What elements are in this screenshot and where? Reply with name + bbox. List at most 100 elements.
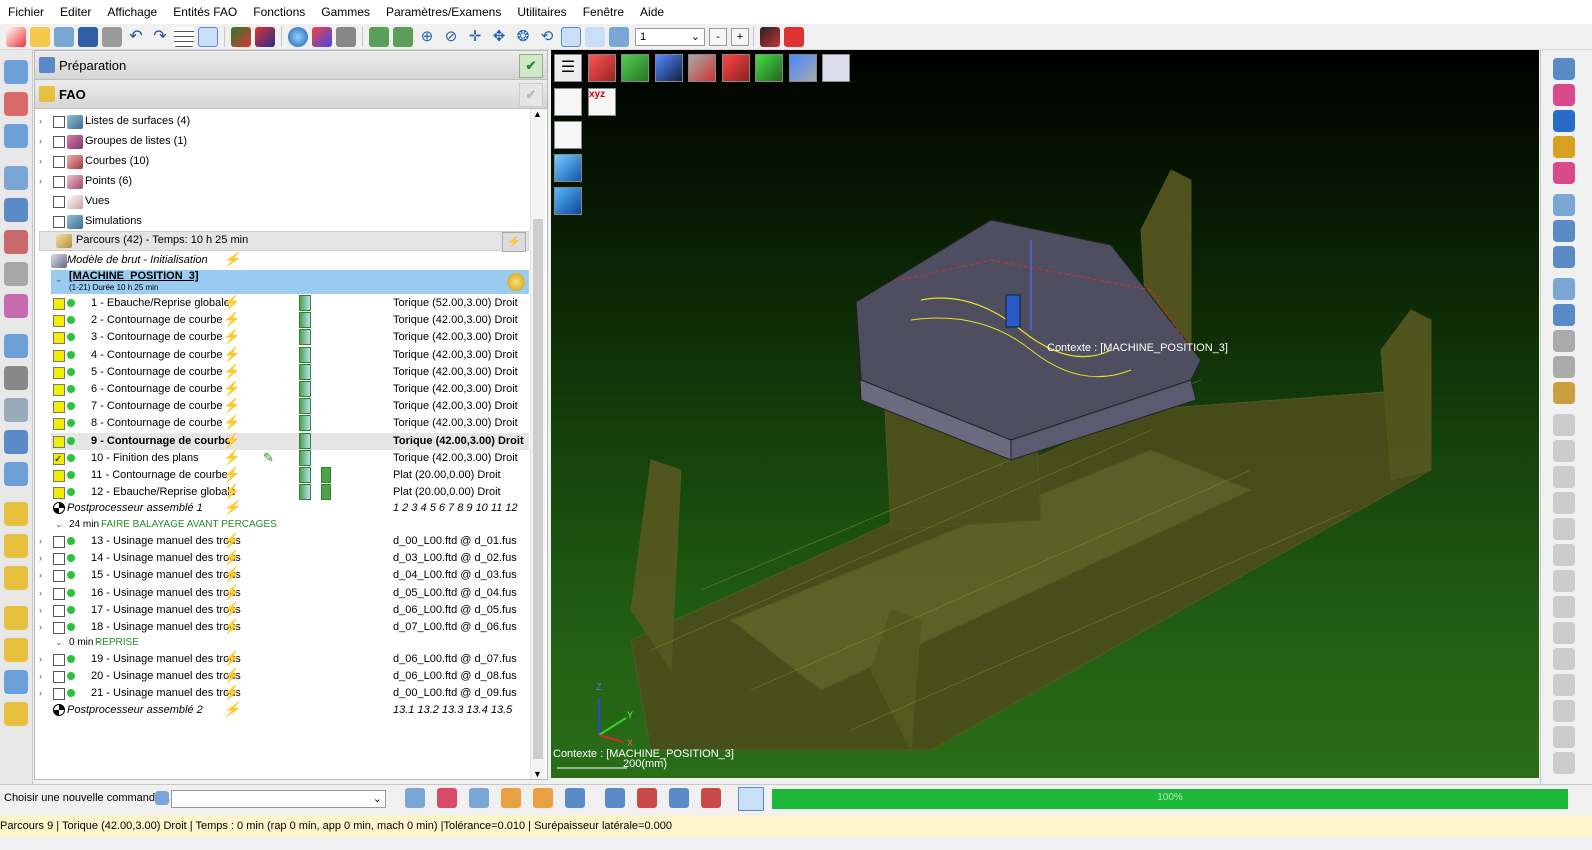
drill-list-icon[interactable]: [4, 566, 28, 590]
operation-row[interactable]: 4 - Contournage de courbe ⚡ Torique (42.00…: [51, 346, 529, 364]
cmd-tool-icon[interactable]: [565, 788, 585, 808]
visibility-checkbox[interactable]: [53, 384, 65, 396]
compute-bolt-icon[interactable]: ⚡: [223, 618, 240, 635]
operation-row[interactable]: › 20 - Usinage manuel des trous ⚡ d_06_L00.…: [39, 667, 529, 685]
3d-viewport[interactable]: ☰ xyz Z X Y Contexte: [MACHINE_POSITION…: [551, 50, 1539, 778]
compute-bolt-icon[interactable]: ⚡: [223, 667, 240, 684]
visibility-checkbox[interactable]: [53, 654, 65, 666]
right-tool-icon[interactable]: [1553, 194, 1575, 216]
fao-header[interactable]: FAO ✔: [35, 80, 547, 109]
compute-bolt-icon[interactable]: ⚡: [223, 397, 240, 414]
right-tool-icon[interactable]: [1553, 110, 1575, 132]
menu-fonctions[interactable]: Fonctions: [245, 0, 313, 24]
operation-row[interactable]: 12 - Ebauche/Reprise globale ⚡ Plat (20.00…: [51, 483, 529, 501]
open-folder-icon[interactable]: [30, 26, 50, 47]
right-tool-icon[interactable]: [1553, 414, 1575, 436]
probe-icon[interactable]: [4, 430, 28, 454]
cmd-tool-icon[interactable]: [501, 788, 521, 808]
operation-row[interactable]: ✓ 10 - Finition des plans ⚡ ✎ Torique (42.00…: [51, 449, 529, 467]
view-decrement-button[interactable]: -: [709, 27, 727, 46]
collapse-arrow-icon[interactable]: ⌄: [55, 516, 65, 533]
expand-arrow-icon[interactable]: ›: [39, 602, 49, 619]
panel-toggle-icon[interactable]: [198, 26, 218, 47]
print-icon[interactable]: [102, 26, 122, 47]
compute-bolt-icon[interactable]: ⚡: [223, 294, 240, 311]
rotate-icon[interactable]: ✥: [489, 27, 509, 47]
postprocessor-icon[interactable]: [760, 26, 780, 47]
compute-bolt-icon[interactable]: ⚡: [223, 251, 240, 268]
visibility-checkbox[interactable]: [53, 604, 65, 617]
compute-bolt-icon[interactable]: ⚡: [223, 414, 240, 431]
operation-row[interactable]: 9 - Contournage de courbe ⚡ Torique (42.00…: [51, 432, 529, 450]
compute-bolt-icon[interactable]: ⚡: [223, 483, 240, 500]
menu-entites-fao[interactable]: Entités FAO: [165, 0, 245, 24]
expand-arrow-icon[interactable]: ›: [39, 550, 49, 567]
expand-arrow-icon[interactable]: ›: [39, 567, 49, 584]
collapse-arrow-icon[interactable]: ⌄: [55, 274, 65, 285]
cmd-tool-icon[interactable]: [437, 788, 457, 808]
visibility-checkbox[interactable]: [53, 435, 65, 448]
compute-bolt-icon[interactable]: ⚡: [223, 549, 240, 566]
preparation-header[interactable]: Préparation ✔: [35, 51, 547, 80]
operation-row[interactable]: 7 - Contournage de courbe ⚡ Torique (42.00…: [51, 397, 529, 415]
right-tool-icon[interactable]: [1553, 58, 1575, 80]
expand-arrow-icon[interactable]: ›: [39, 619, 49, 636]
operation-row[interactable]: 2 - Contournage de courbe ⚡ Torique (42.00…: [51, 311, 529, 329]
operation-row[interactable]: › 13 - Usinage manuel des trous ⚡ d_00_L00.…: [39, 532, 529, 550]
simulation-icon[interactable]: [784, 26, 804, 47]
visibility-checkbox[interactable]: [53, 570, 65, 583]
axis-frame-icon[interactable]: [255, 26, 275, 47]
expand-arrow-icon[interactable]: ›: [39, 585, 49, 602]
cmd-tool-icon[interactable]: [669, 788, 689, 808]
right-tool-icon[interactable]: [1553, 162, 1575, 184]
visibility-checkbox[interactable]: [53, 298, 65, 310]
fit-selection-icon[interactable]: [585, 26, 605, 47]
visibility-checkbox[interactable]: [53, 536, 65, 548]
s-tool-icon[interactable]: [4, 334, 28, 358]
right-tool-icon[interactable]: [1553, 246, 1575, 268]
right-tool-icon[interactable]: [1553, 304, 1575, 326]
compute-bolt-icon[interactable]: ⚡: [223, 380, 240, 397]
undo-icon[interactable]: ↶: [126, 27, 146, 47]
visibility-checkbox[interactable]: [53, 332, 65, 345]
visibility-checkbox[interactable]: [53, 671, 65, 684]
sphere-view-icon[interactable]: [288, 26, 308, 47]
cmd-tool-icon[interactable]: [701, 788, 721, 808]
compute-icon[interactable]: [4, 638, 28, 662]
operation-row[interactable]: 6 - Contournage de courbe ⚡ Torique (42.00…: [51, 380, 529, 398]
machine-position-row[interactable]: ⌄ [MACHINE_POSITION_3] (1-21) Durée 10 h…: [51, 270, 529, 294]
right-tool-icon[interactable]: [1553, 84, 1575, 106]
menu-editer[interactable]: Editer: [52, 0, 99, 24]
operation-row[interactable]: › 19 - Usinage manuel des trous ⚡ d_06_L00.…: [39, 650, 529, 668]
right-tool-icon[interactable]: [1553, 674, 1575, 696]
right-tool-icon[interactable]: [1553, 466, 1575, 488]
menu-fenetre[interactable]: Fenêtre: [575, 0, 632, 24]
visibility-checkbox[interactable]: [53, 470, 65, 482]
drill-icon[interactable]: [4, 502, 28, 526]
compute-bolt-icon[interactable]: ⚡: [223, 363, 240, 380]
pocket-icon[interactable]: [4, 262, 28, 286]
compute-bolt-icon[interactable]: ⚡: [223, 532, 240, 549]
operation-row[interactable]: 8 - Contournage de courbe ⚡ Torique (42.00…: [51, 414, 529, 432]
menu-affichage[interactable]: Affichage: [99, 0, 165, 24]
grid-icon[interactable]: [174, 26, 194, 47]
expand-arrow-icon[interactable]: ›: [39, 153, 49, 170]
new-file-icon[interactable]: [6, 26, 26, 47]
expand-arrow-icon[interactable]: ›: [39, 668, 49, 685]
visibility-checkbox[interactable]: [53, 156, 65, 168]
curve-tool-icon[interactable]: [4, 92, 28, 116]
operation-row[interactable]: › 21 - Usinage manuel des trous ⚡ d_00_L00.…: [39, 684, 529, 702]
view-number-select[interactable]: 1 ⌄: [635, 27, 705, 46]
right-tool-icon[interactable]: [1553, 136, 1575, 158]
tree-list-icon[interactable]: [369, 26, 389, 47]
zoom-icon[interactable]: ⊘: [441, 27, 461, 47]
view-increment-button[interactable]: +: [731, 27, 749, 46]
tree-scrollbar[interactable]: ▲ ▼: [530, 109, 545, 779]
view-frame-icon[interactable]: [609, 26, 629, 47]
open-multiple-icon[interactable]: [54, 26, 74, 47]
compute-bolt-icon[interactable]: ⚡: [223, 346, 240, 363]
compute-bolt-icon[interactable]: ⚡: [223, 328, 240, 345]
operation-row[interactable]: › 17 - Usinage manuel des trous ⚡ d_06_L00.…: [39, 601, 529, 619]
point-tool-icon[interactable]: [4, 124, 28, 148]
validate-check-icon[interactable]: ✔: [519, 54, 543, 78]
